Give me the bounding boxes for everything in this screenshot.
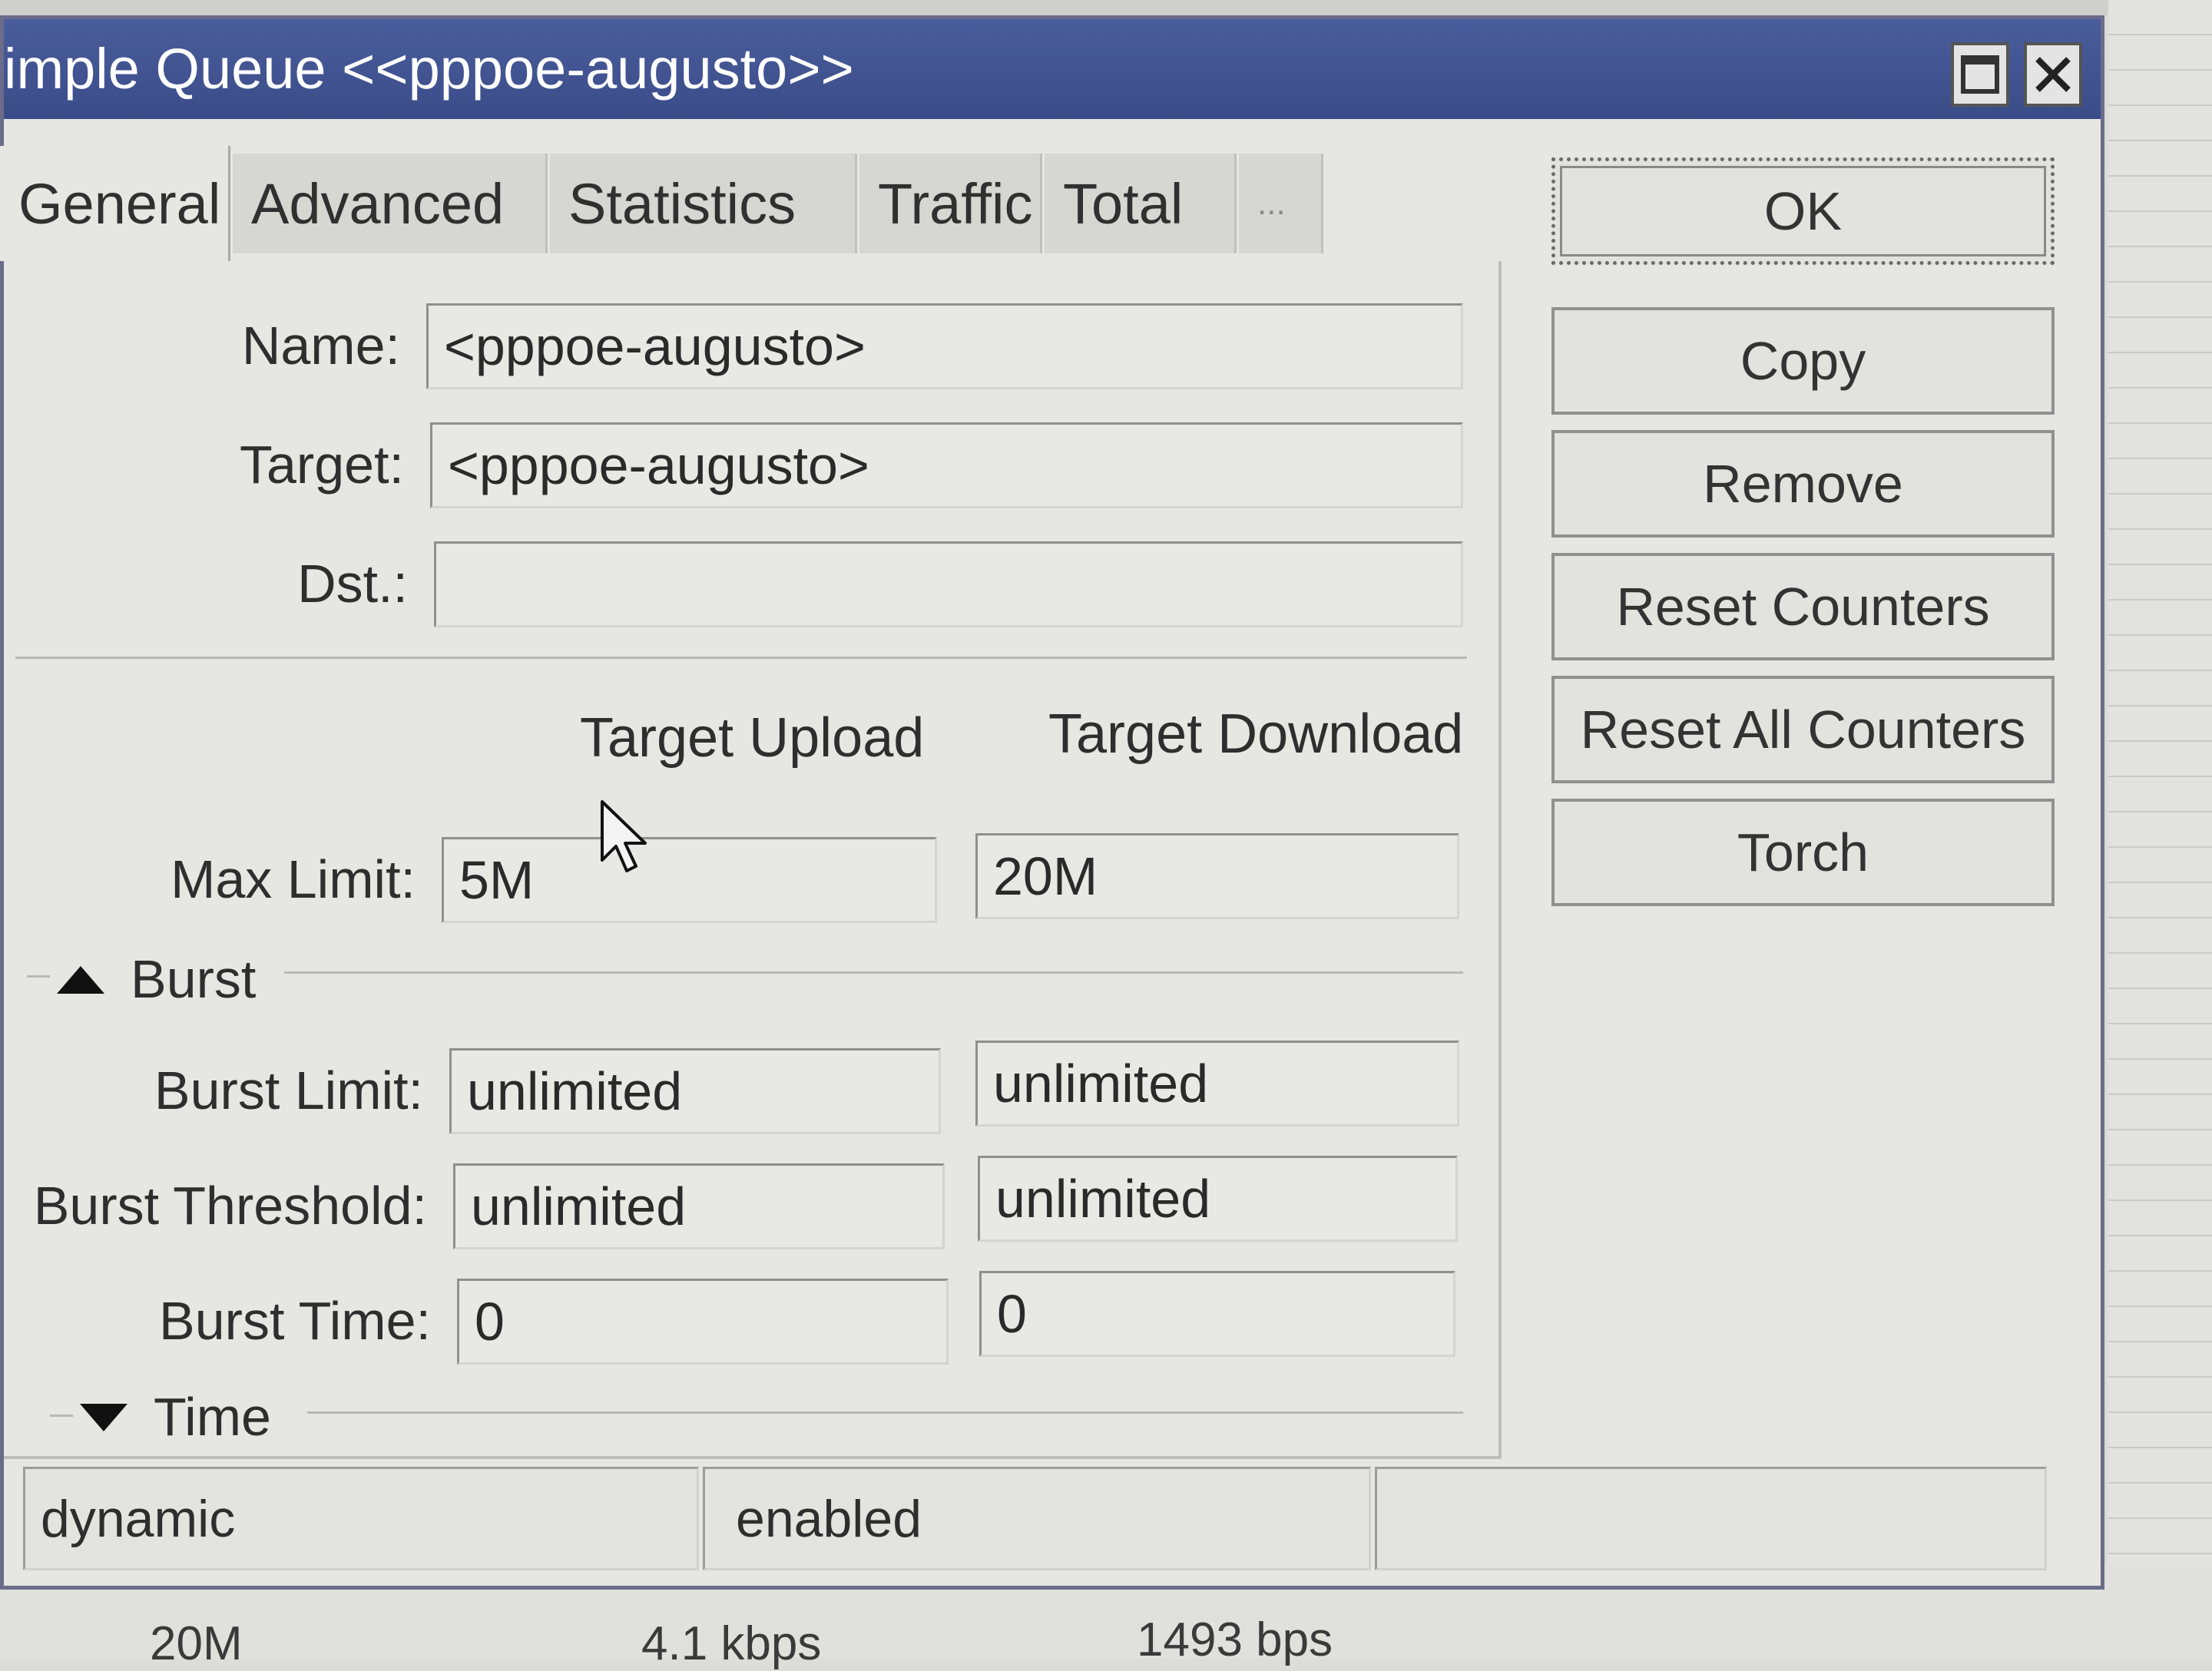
maximize-icon[interactable] <box>1951 42 2009 107</box>
ok-button[interactable]: OK <box>1551 157 2055 265</box>
time-divider <box>307 1411 1463 1414</box>
name-label: Name: <box>241 316 400 376</box>
mouse-cursor-icon <box>601 800 647 872</box>
burst-section-toggle[interactable]: Burst <box>54 948 256 1010</box>
target-field[interactable]: <pppoe-augusto> <box>430 422 1463 508</box>
burst-time-download-field[interactable]: 0 <box>979 1271 1455 1357</box>
list-cell-rate-download: 1493 bps <box>1137 1613 1333 1666</box>
target-label: Target: <box>240 435 404 495</box>
tab-more[interactable]: ... <box>1239 154 1323 253</box>
divider <box>15 657 1467 659</box>
reset-all-counters-button[interactable]: Reset All Counters <box>1551 676 2055 783</box>
expand-down-icon <box>80 1404 127 1431</box>
tab-advanced[interactable]: Advanced <box>233 154 548 253</box>
time-section-label: Time <box>154 1387 271 1447</box>
tab-general[interactable]: General <box>0 146 230 261</box>
dst-field[interactable] <box>434 541 1463 627</box>
general-panel: Name: <pppoe-augusto> Target: <pppoe-aug… <box>4 261 1502 1459</box>
background-list-rows <box>2108 0 2212 1659</box>
tab-total[interactable]: Total <box>1045 154 1237 253</box>
list-cell-rate-upload: 4.1 kbps <box>641 1617 822 1670</box>
dst-label: Dst.: <box>297 554 408 614</box>
window-title: imple Queue <<pppoe-augusto>> <box>4 37 854 101</box>
tab-statistics[interactable]: Statistics <box>550 154 857 253</box>
close-icon[interactable] <box>2024 42 2082 107</box>
list-cell-max-limit: 20M <box>150 1617 243 1670</box>
time-section-toggle[interactable]: Time <box>77 1386 271 1448</box>
burst-threshold-label: Burst Threshold: <box>33 1176 427 1236</box>
copy-button[interactable]: Copy <box>1551 307 2055 415</box>
burst-divider <box>284 971 1463 974</box>
name-field[interactable]: <pppoe-augusto> <box>426 303 1463 389</box>
burst-limit-label: Burst Limit: <box>154 1061 423 1120</box>
burst-threshold-download-field[interactable]: unlimited <box>978 1156 1458 1242</box>
status-dynamic: dynamic <box>23 1467 699 1570</box>
max-limit-upload-field[interactable]: 5M <box>442 837 937 923</box>
time-divider-left <box>50 1415 73 1417</box>
burst-time-label: Burst Time: <box>159 1291 431 1351</box>
column-header-download: Target Download <box>1048 703 1464 765</box>
simple-queue-dialog: imple Queue <<pppoe-augusto>> General Ad… <box>0 15 2104 1590</box>
status-enabled: enabled <box>703 1467 1371 1570</box>
burst-limit-upload-field[interactable]: unlimited <box>449 1048 941 1134</box>
max-limit-download-field[interactable]: 20M <box>975 833 1459 919</box>
title-bar[interactable]: imple Queue <<pppoe-augusto>> <box>4 19 2101 119</box>
torch-button[interactable]: Torch <box>1551 799 2055 906</box>
burst-limit-download-field[interactable]: unlimited <box>975 1041 1459 1127</box>
status-extra <box>1375 1467 2047 1570</box>
burst-time-upload-field[interactable]: 0 <box>457 1279 949 1365</box>
burst-threshold-upload-field[interactable]: unlimited <box>453 1163 945 1249</box>
collapse-up-icon <box>57 966 104 994</box>
background-window-edge <box>0 0 2212 15</box>
remove-button[interactable]: Remove <box>1551 430 2055 538</box>
burst-section-label: Burst <box>131 949 257 1009</box>
reset-counters-button[interactable]: Reset Counters <box>1551 553 2055 660</box>
burst-divider-left <box>27 975 50 978</box>
column-header-upload: Target Upload <box>580 707 925 769</box>
tab-traffic[interactable]: Traffic <box>859 154 1042 253</box>
max-limit-label: Max Limit: <box>171 849 416 909</box>
